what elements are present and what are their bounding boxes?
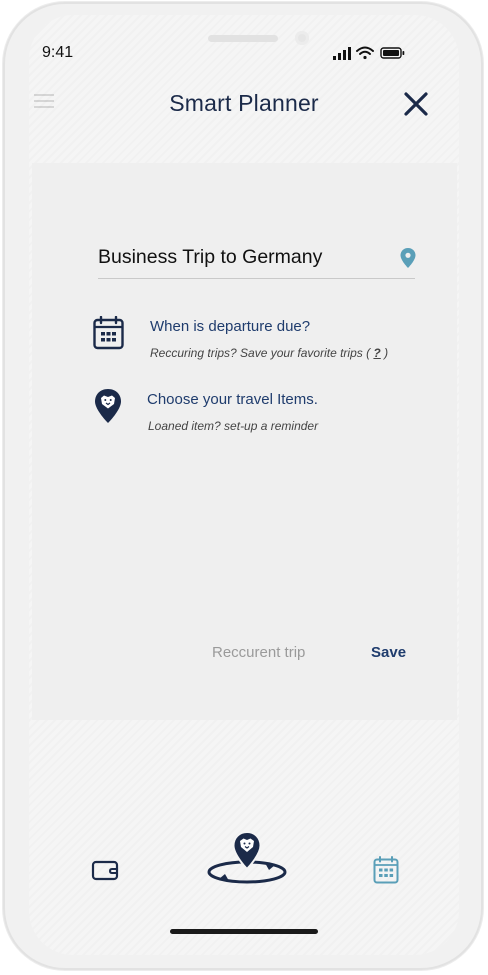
travel-items-subtext: Loaned item? set-up a reminder	[148, 419, 319, 433]
status-icons	[333, 46, 405, 60]
departure-heading[interactable]: When is departure due?	[150, 318, 310, 335]
departure-subtext-prefix: Reccuring trips? Save your favorite trip…	[150, 346, 374, 360]
home-indicator[interactable]	[170, 929, 318, 934]
lion-planner-icon[interactable]	[205, 830, 289, 890]
wallet-icon[interactable]	[91, 858, 119, 882]
favorites-help-link[interactable]: ?	[373, 346, 380, 360]
calendar-icon	[93, 316, 124, 350]
wifi-icon	[356, 46, 374, 60]
travel-items-heading[interactable]: Choose your travel Items.	[147, 391, 318, 408]
calendar-nav-icon[interactable]	[373, 856, 399, 884]
trip-name-underline	[98, 278, 415, 279]
recurrent-trip-button[interactable]: Reccurent trip	[212, 644, 305, 661]
battery-icon	[380, 47, 405, 59]
lion-pin-icon	[95, 389, 121, 423]
departure-subtext-suffix: )	[380, 346, 389, 360]
trip-name-field[interactable]: Business Trip to Germany	[98, 246, 322, 269]
front-camera	[295, 31, 309, 45]
departure-subtext: Reccuring trips? Save your favorite trip…	[150, 346, 388, 360]
location-pin-icon[interactable]	[400, 248, 416, 268]
signal-icon	[333, 47, 351, 60]
save-button[interactable]: Save	[371, 644, 406, 661]
close-icon[interactable]	[402, 90, 430, 118]
speaker	[208, 35, 278, 42]
status-time: 9:41	[42, 44, 74, 61]
